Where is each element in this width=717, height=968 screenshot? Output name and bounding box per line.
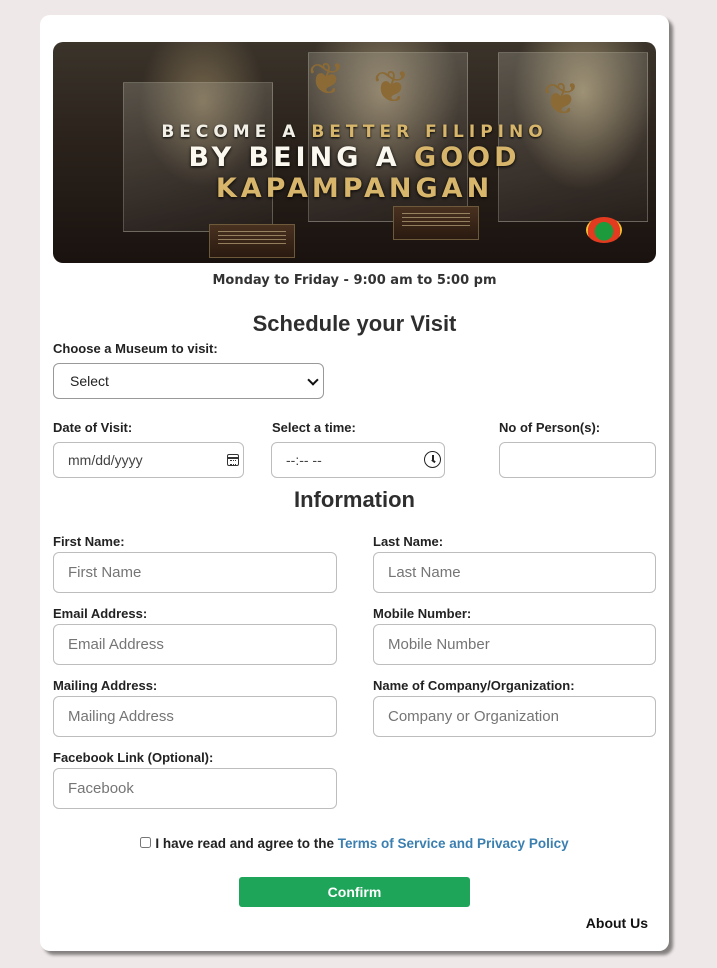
- mailing-label: Mailing Address:: [53, 678, 158, 693]
- last-name-label: Last Name:: [373, 534, 444, 549]
- terms-checkbox[interactable]: [140, 837, 152, 848]
- first-name-input[interactable]: [53, 552, 337, 593]
- time-input[interactable]: --:-- --: [271, 442, 445, 478]
- first-name-label: First Name:: [53, 534, 125, 549]
- last-name-input[interactable]: [373, 552, 656, 593]
- banner-tagline-1-pre: BECOME A: [161, 122, 312, 142]
- schedule-title: Schedule your Visit: [252, 311, 457, 336]
- banner-plaque: [209, 224, 295, 258]
- company-input[interactable]: [373, 696, 656, 737]
- calendar-icon[interactable]: [227, 454, 239, 466]
- form-card: ❦ ❦ ❦ BECOME A BETTER FILIPINO BY BEING …: [40, 15, 669, 951]
- laurel-icon: ❦: [373, 62, 410, 113]
- time-label: Select a time:: [272, 420, 356, 435]
- date-placeholder: mm/dd/yyyy: [68, 452, 143, 468]
- email-label: Email Address:: [53, 606, 148, 621]
- banner-tagline-1: BECOME A BETTER FILIPINO: [53, 122, 656, 142]
- email-input[interactable]: [53, 624, 337, 665]
- company-label: Name of Company/Organization:: [373, 678, 575, 693]
- mobile-label: Mobile Number:: [373, 606, 472, 621]
- banner-tagline-2-pre: BY BEING A: [188, 142, 415, 173]
- laurel-icon: ❦: [308, 54, 345, 105]
- terms-row: I have read and agree to the Terms of Se…: [40, 836, 669, 851]
- terms-text: I have read and agree to the: [155, 836, 338, 851]
- time-placeholder: --:-- --: [286, 452, 322, 468]
- banner-tagline-2: BY BEING A GOOD KAPAMPANGAN: [53, 142, 656, 204]
- facebook-input[interactable]: [53, 768, 337, 809]
- mobile-input[interactable]: [373, 624, 656, 665]
- museum-logo-icon: [586, 217, 622, 243]
- hero-banner: ❦ ❦ ❦ BECOME A BETTER FILIPINO BY BEING …: [53, 42, 656, 263]
- confirm-button[interactable]: Confirm: [239, 877, 470, 907]
- persons-input[interactable]: [499, 442, 656, 478]
- museum-select-value: Select: [70, 373, 109, 389]
- banner-tagline-1-highlight: BETTER FILIPINO: [311, 122, 548, 142]
- opening-hours: Monday to Friday - 9:00 am to 5:00 pm: [212, 273, 497, 288]
- chevron-down-icon: [307, 374, 319, 386]
- museum-label: Choose a Museum to visit:: [53, 341, 218, 356]
- museum-select[interactable]: Select: [53, 363, 324, 399]
- about-us-link[interactable]: About Us: [586, 915, 648, 931]
- mailing-input[interactable]: [53, 696, 337, 737]
- persons-label: No of Person(s):: [499, 420, 601, 435]
- date-input[interactable]: mm/dd/yyyy: [53, 442, 244, 478]
- information-title: Information: [294, 487, 415, 512]
- terms-link[interactable]: Terms of Service and Privacy Policy: [338, 836, 569, 851]
- laurel-icon: ❦: [543, 74, 580, 125]
- clock-icon[interactable]: [424, 451, 441, 468]
- facebook-label: Facebook Link (Optional):: [53, 750, 214, 765]
- date-label: Date of Visit:: [53, 420, 133, 435]
- banner-plaque: [393, 206, 479, 240]
